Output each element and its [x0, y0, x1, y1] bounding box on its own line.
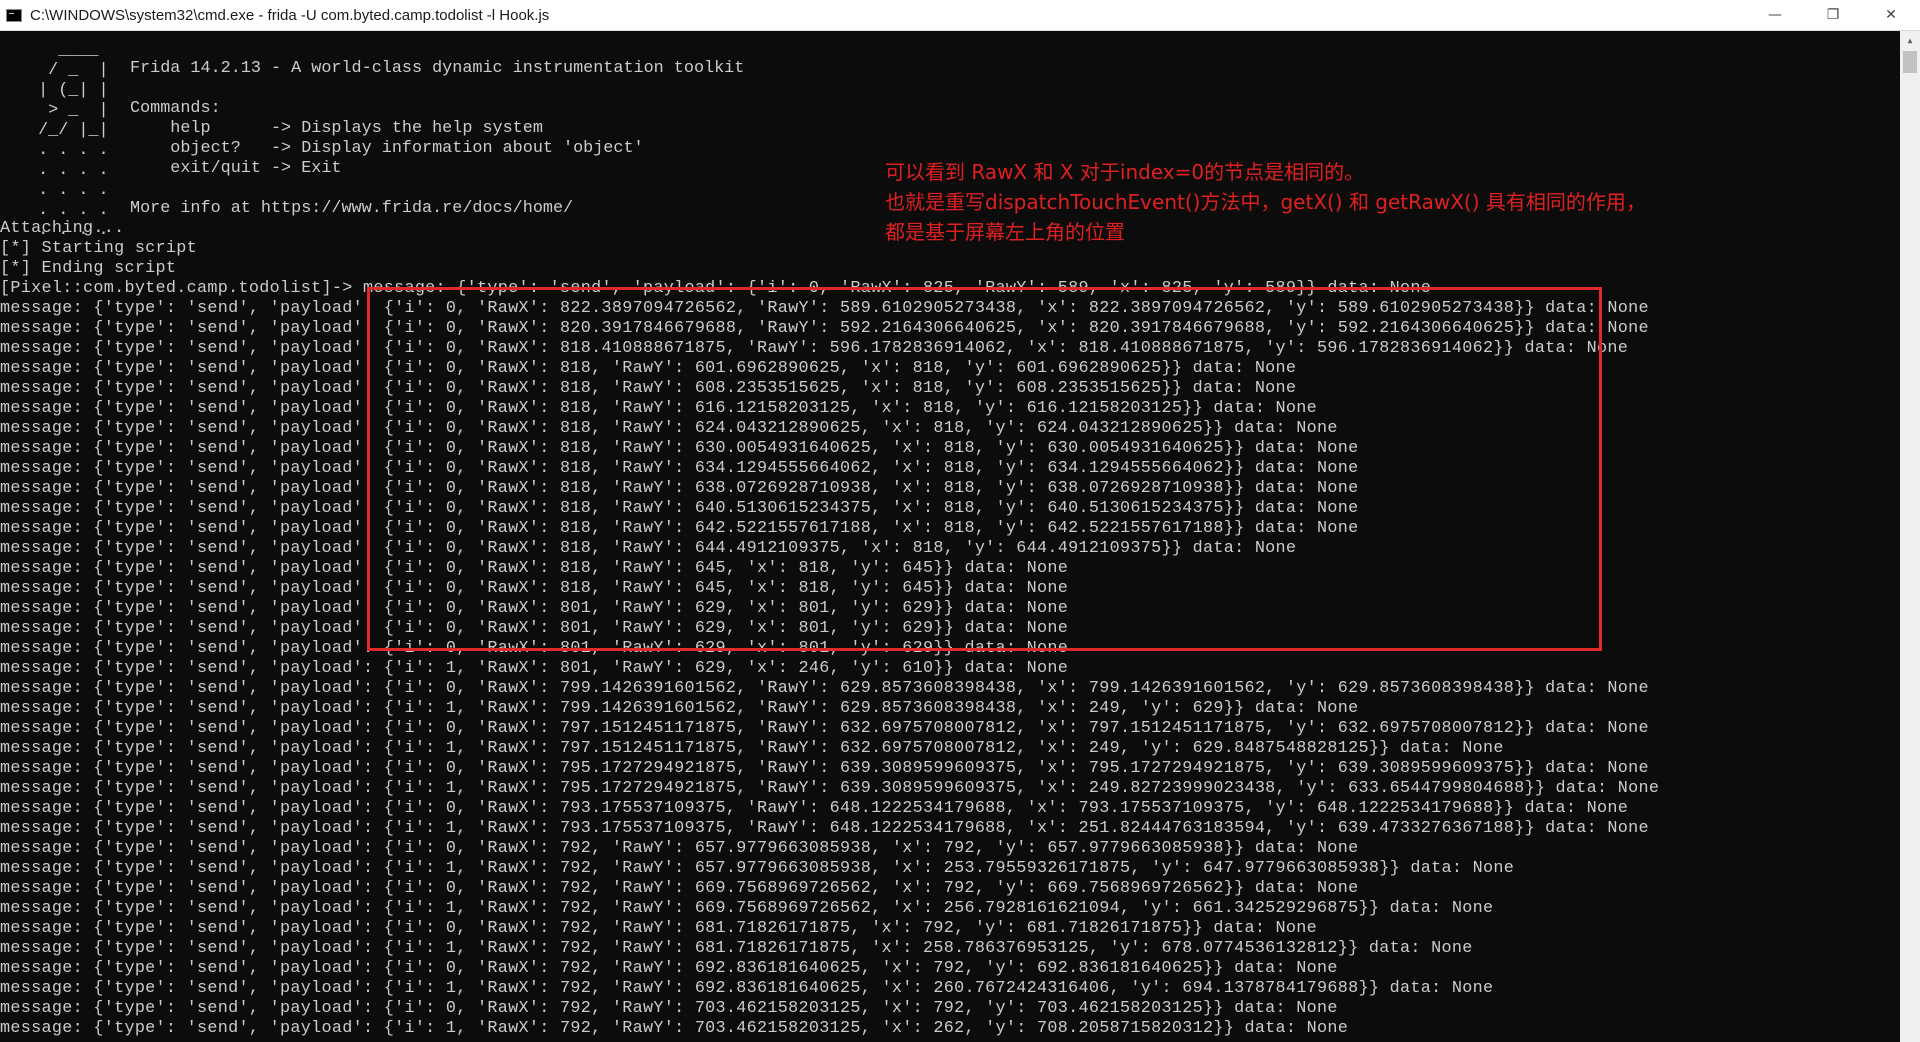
banner-line: exit/quit -> Exit [130, 159, 342, 178]
highlight-box [367, 287, 1602, 651]
message-line: message: {'type': 'send', 'payload': {'i… [0, 819, 1649, 838]
banner-line: Commands: [130, 99, 221, 118]
message-line: message: {'type': 'send', 'payload': {'i… [0, 919, 1318, 938]
annotation-note: 可以看到 RawX 和 X 对于index=0的节点是相同的。 也就是重写dis… [885, 157, 1646, 247]
message-line: message: {'type': 'send', 'payload': {'i… [0, 699, 1359, 718]
window-title: C:\WINDOWS\system32\cmd.exe - frida -U c… [30, 6, 550, 24]
message-line: message: {'type': 'send', 'payload': {'i… [0, 759, 1649, 778]
status-line: Attaching... [0, 219, 125, 238]
message-line: message: {'type': 'send', 'payload': {'i… [0, 839, 1359, 858]
message-line: message: {'type': 'send', 'payload': {'i… [0, 799, 1629, 818]
status-line: [*] Starting script [0, 239, 198, 258]
message-line: message: {'type': 'send', 'payload': {'i… [0, 719, 1649, 738]
annotation-line: 可以看到 RawX 和 X 对于index=0的节点是相同的。 [885, 160, 1365, 184]
banner-line: object? -> Display information about 'ob… [130, 139, 644, 158]
message-line: message: {'type': 'send', 'payload': {'i… [0, 939, 1473, 958]
logo-line: | (_| | [28, 81, 109, 100]
cmd-icon [6, 8, 22, 22]
banner-line: help -> Displays the help system [130, 119, 543, 138]
message-line: message: {'type': 'send', 'payload': {'i… [0, 999, 1338, 1018]
message-line: message: {'type': 'send', 'payload': {'i… [0, 959, 1338, 978]
message-line: message: {'type': 'send', 'payload': {'i… [0, 779, 1660, 798]
logo-line: . . . . [28, 181, 109, 200]
maximize-button[interactable]: ❐ [1804, 0, 1862, 30]
logo-line: . . . . [28, 141, 109, 160]
banner-line: More info at https://www.frida.re/docs/h… [130, 199, 574, 218]
scroll-up-icon[interactable]: ▲ [1900, 31, 1920, 49]
annotation-line: 也就是重写dispatchTouchEvent()方法中，getX() 和 ge… [885, 190, 1646, 214]
message-line: message: {'type': 'send', 'payload': {'i… [0, 899, 1494, 918]
logo-line: ____ [28, 41, 99, 60]
message-line: message: {'type': 'send', 'payload': {'i… [0, 1019, 1349, 1038]
message-line: message: {'type': 'send', 'payload': {'i… [0, 879, 1359, 898]
minimize-button[interactable]: — [1746, 0, 1804, 30]
window-controls: — ❐ ✕ [1746, 0, 1920, 30]
banner-line: Frida 14.2.13 - A world-class dynamic in… [130, 59, 745, 78]
status-line: [*] Ending script [0, 259, 177, 278]
message-line: message: {'type': 'send', 'payload': {'i… [0, 679, 1649, 698]
message-line: message: {'type': 'send', 'payload': {'i… [0, 979, 1494, 998]
annotation-line: 都是基于屏幕左上角的位置 [885, 220, 1125, 244]
logo-line: / _ | [28, 61, 109, 80]
logo-line: > _ | [28, 101, 109, 120]
message-line: message: {'type': 'send', 'payload': {'i… [0, 739, 1504, 758]
scrollbar-thumb[interactable] [1903, 51, 1917, 73]
logo-line: /_/ |_| [28, 121, 109, 140]
message-line: message: {'type': 'send', 'payload': {'i… [0, 659, 1069, 678]
window-title-bar[interactable]: C:\WINDOWS\system32\cmd.exe - frida -U c… [0, 0, 1920, 31]
vertical-scrollbar[interactable]: ▲ [1900, 31, 1920, 1042]
message-line: message: {'type': 'send', 'payload': {'i… [0, 859, 1515, 878]
close-button[interactable]: ✕ [1862, 0, 1920, 30]
logo-line: . . . . [28, 201, 109, 220]
logo-line: . . . . [28, 161, 109, 180]
